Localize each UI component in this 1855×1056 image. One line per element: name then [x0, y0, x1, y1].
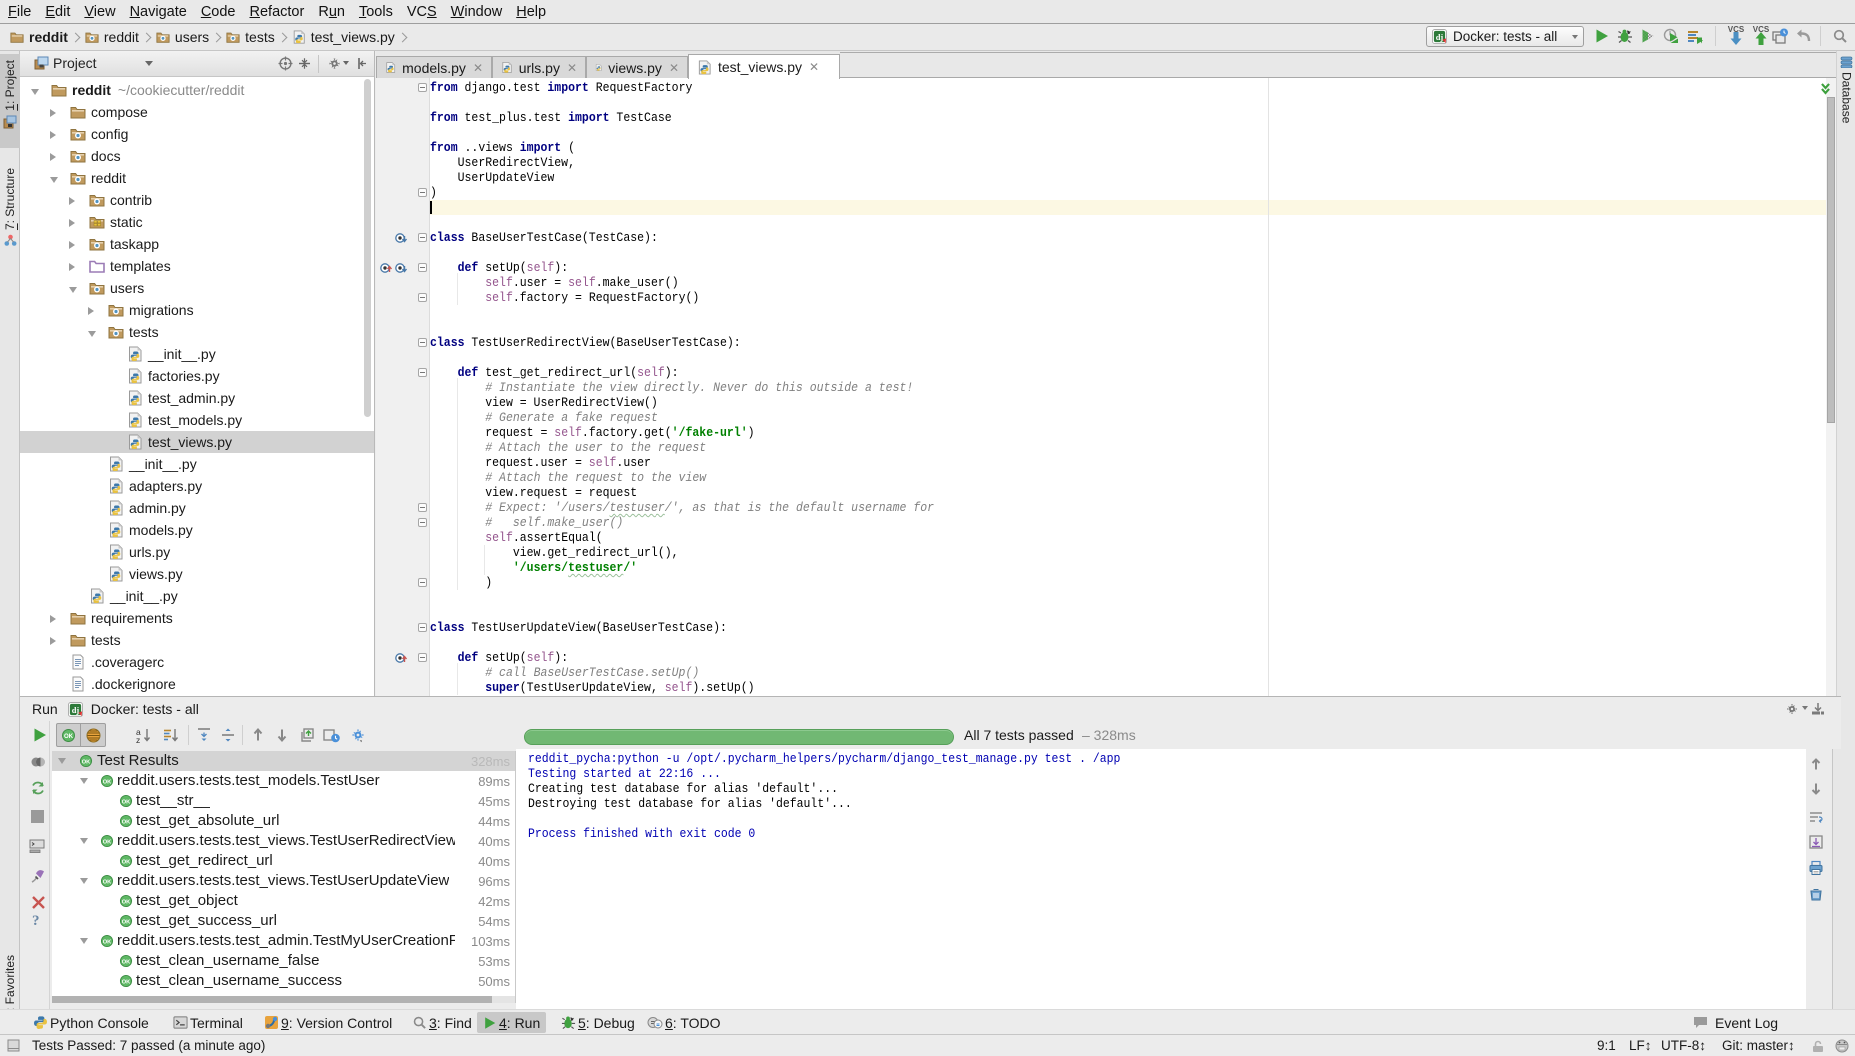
- svg-text:z: z: [136, 735, 140, 744]
